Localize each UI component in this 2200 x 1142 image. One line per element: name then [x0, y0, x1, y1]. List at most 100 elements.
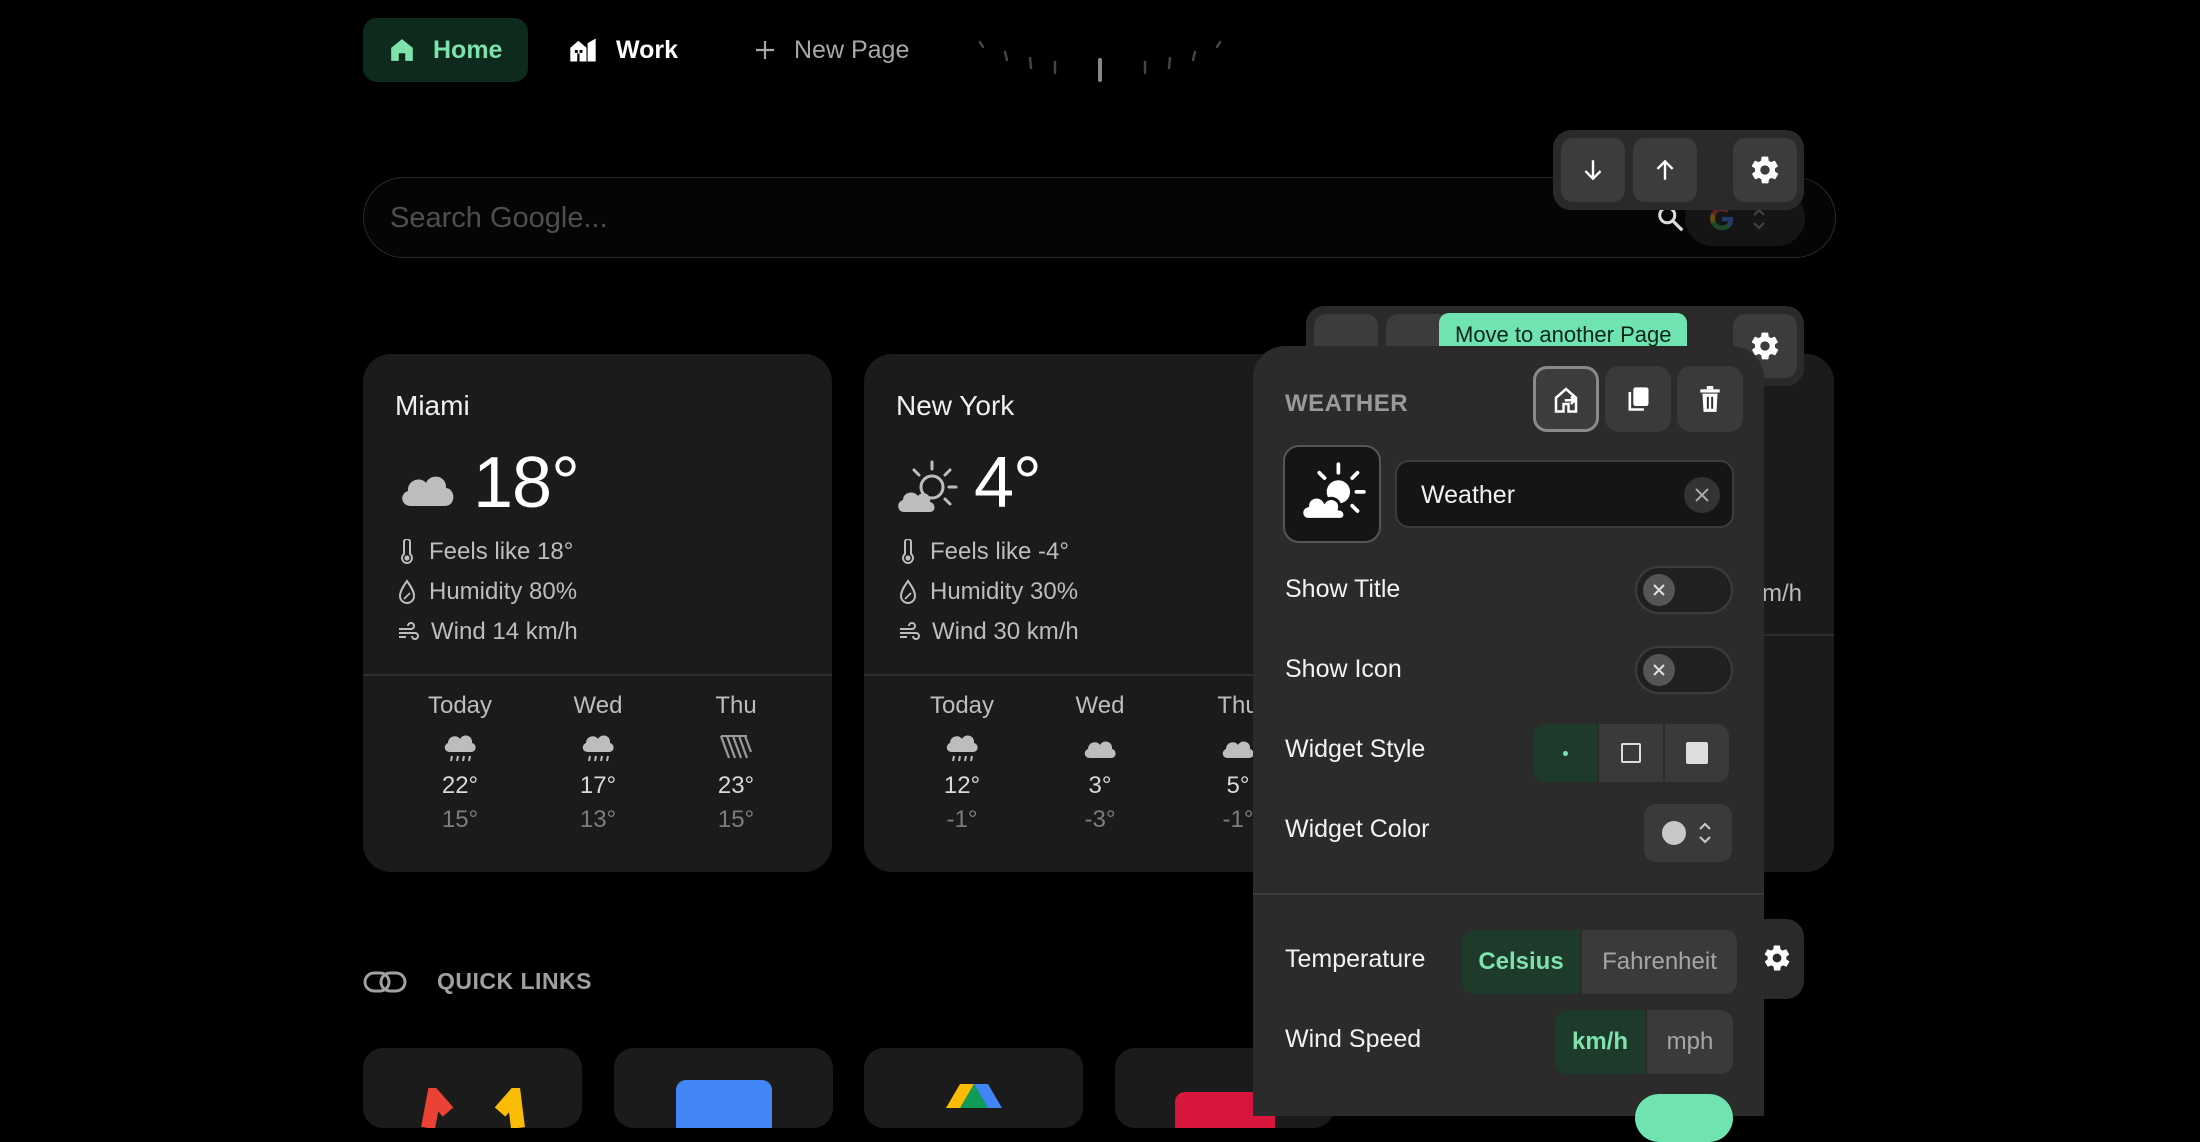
- forecast-day: Wed 3° -3°: [1040, 692, 1160, 834]
- style-minimal-option[interactable]: [1533, 724, 1597, 782]
- widget-style-label: Widget Style: [1285, 735, 1426, 763]
- gear-icon: [1751, 156, 1779, 184]
- quick-links-header: QUICK LINKS: [363, 968, 592, 995]
- toggle-knob: [1643, 574, 1675, 606]
- humidity-row: Humidity 30%: [898, 578, 1078, 606]
- forecast-high: 23°: [717, 772, 755, 799]
- forecast-high: 3°: [1088, 772, 1112, 799]
- feels-like-row: Feels like 18°: [397, 538, 573, 566]
- forecast-day-label: Today: [427, 692, 493, 719]
- gmail-icon: [421, 1088, 525, 1128]
- wind-row: Wind 30 km/h: [898, 618, 1079, 646]
- feels-like-row: Feels like -4°: [898, 538, 1069, 566]
- fahrenheit-option[interactable]: Fahrenheit: [1582, 930, 1737, 994]
- forecast-day-label: Wed: [1075, 692, 1125, 719]
- card-divider: [363, 674, 832, 676]
- feels-like-text: Feels like 18°: [429, 538, 574, 565]
- tab-new-page[interactable]: New Page: [728, 18, 935, 82]
- rain-icon: [946, 735, 978, 762]
- icon-picker-button[interactable]: [1283, 445, 1381, 543]
- show-icon-toggle[interactable]: [1635, 646, 1733, 694]
- forecast-low: -1°: [946, 806, 978, 833]
- quick-link-gmail[interactable]: [363, 1048, 582, 1128]
- close-icon: [1653, 664, 1665, 676]
- link-icon: [363, 971, 407, 992]
- clear-button[interactable]: [1684, 477, 1720, 513]
- show-title-toggle[interactable]: [1635, 566, 1733, 614]
- tab-home[interactable]: Home: [363, 18, 529, 82]
- rain-icon: [582, 735, 614, 762]
- forecast-day-label: Today: [929, 692, 995, 719]
- widget-style-selector: [1533, 724, 1729, 782]
- search-input[interactable]: [388, 178, 1692, 259]
- arrow-down-icon: [1584, 160, 1602, 181]
- arrow-up-icon: [1656, 159, 1674, 180]
- style-filled-option[interactable]: [1665, 724, 1729, 782]
- style-outline-option[interactable]: [1599, 724, 1663, 782]
- duplicate-button[interactable]: [1605, 366, 1671, 432]
- forecast-high: 17°: [579, 772, 617, 799]
- close-icon: [1653, 584, 1665, 596]
- humidity-row: Humidity 80%: [397, 578, 577, 606]
- move-up-button[interactable]: [1633, 138, 1697, 202]
- widget-name-field[interactable]: Weather: [1395, 460, 1734, 528]
- thermometer-icon: [401, 539, 413, 564]
- move-to-page-button[interactable]: [1533, 366, 1599, 432]
- bottom-toggle-on[interactable]: [1635, 1094, 1733, 1142]
- widget-color-select[interactable]: [1644, 804, 1732, 862]
- wind-speed-label: Wind Speed: [1285, 1025, 1422, 1053]
- quick-links-title: QUICK LINKS: [437, 968, 592, 994]
- forecast-high: 22°: [441, 772, 479, 799]
- wind-text: Wind 30 km/h: [932, 618, 1079, 645]
- chevron-updown-icon: [1699, 822, 1711, 844]
- forecast-day: Thu 23° 15°: [676, 692, 796, 834]
- temperature-unit-selector: Celsius Fahrenheit: [1462, 930, 1737, 994]
- city-name: Miami: [395, 390, 470, 421]
- rain-icon: [444, 735, 476, 762]
- forecast-low: 13°: [579, 806, 617, 833]
- weather-card-miami: Miami 18° Feels like 18° Humidity 80% Wi…: [363, 354, 832, 872]
- tab-work-label: Work: [616, 35, 679, 64]
- mph-option[interactable]: mph: [1647, 1010, 1733, 1074]
- wind-icon: [399, 622, 419, 640]
- move-down-button[interactable]: [1561, 138, 1625, 202]
- wind-text-fragment: m/h: [1762, 580, 1803, 607]
- cloud-icon: [1084, 741, 1116, 758]
- forecast-high: 12°: [943, 772, 981, 799]
- heavy-rain-icon: [719, 735, 753, 759]
- widget-name-value: Weather: [1421, 481, 1516, 509]
- show-title-label: Show Title: [1285, 575, 1401, 603]
- move-page-icon: [1554, 387, 1578, 413]
- gear-icon[interactable]: [1762, 943, 1792, 973]
- humidity-icon: [899, 579, 917, 604]
- humidity-text: Humidity 80%: [429, 578, 578, 605]
- tab-work[interactable]: Work: [542, 18, 704, 82]
- forecast-low: 15°: [717, 806, 755, 833]
- celsius-option[interactable]: Celsius: [1462, 930, 1580, 994]
- widget-color-label: Widget Color: [1285, 815, 1430, 843]
- dot-icon: [1562, 750, 1568, 756]
- thermometer-icon: [902, 539, 914, 564]
- current-temp: 4°: [974, 443, 1042, 523]
- forecast-day: Wed 17° 13°: [538, 692, 658, 834]
- delete-button[interactable]: [1677, 366, 1743, 432]
- forecast-low: -3°: [1084, 806, 1116, 833]
- building-icon: [570, 38, 596, 62]
- scroll-dial[interactable]: [975, 30, 1225, 90]
- partly-sunny-icon: [1300, 462, 1366, 522]
- home-icon: [391, 39, 413, 61]
- show-icon-label: Show Icon: [1285, 655, 1402, 683]
- kmh-option[interactable]: km/h: [1555, 1010, 1645, 1074]
- quick-link-docs[interactable]: [614, 1048, 833, 1128]
- panel-divider: [1253, 893, 1764, 895]
- wind-unit-selector: km/h mph: [1555, 1010, 1733, 1074]
- close-icon: [1695, 488, 1709, 502]
- color-swatch: [1662, 821, 1686, 845]
- quick-link-drive[interactable]: [864, 1048, 1083, 1128]
- settings-button[interactable]: [1733, 138, 1797, 202]
- drive-icon: [946, 1084, 1002, 1108]
- plus-icon: [756, 41, 774, 59]
- forecast-day-label: Wed: [573, 692, 623, 719]
- copy-icon: [1628, 387, 1649, 411]
- forecast-low: 15°: [441, 806, 479, 833]
